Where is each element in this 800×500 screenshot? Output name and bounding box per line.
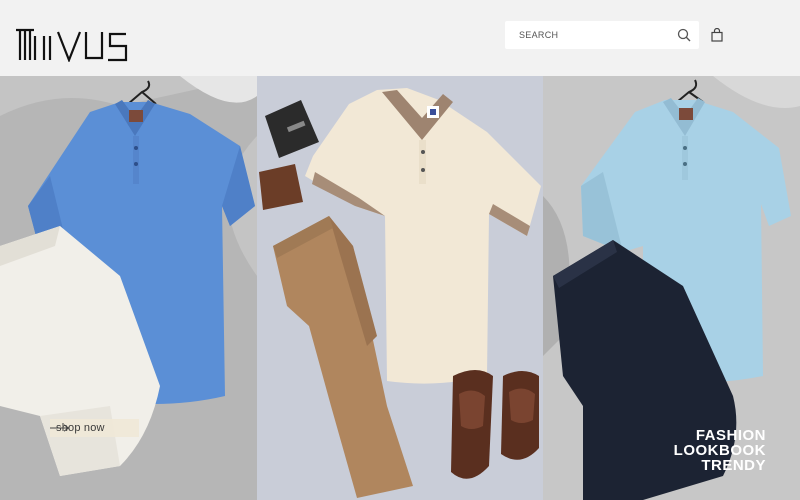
shop-now-button[interactable]: shop now — [50, 419, 139, 437]
headline-line-1: FASHION — [695, 427, 766, 444]
search-input[interactable] — [505, 21, 665, 49]
arrow-right-icon — [50, 424, 70, 432]
cream-polo-outfit-image — [257, 76, 543, 500]
site-header — [0, 0, 800, 76]
lookbook-panel-blue-polo[interactable]: shop now — [0, 76, 257, 500]
headline-line-2: LOOKBOOK — [673, 442, 766, 459]
lookbook-panel-light-blue-polo[interactable]: FASHION LOOKBOOK TRENDY — [543, 76, 800, 500]
brand-logo[interactable] — [14, 28, 130, 62]
lookbook-panel-cream-polo[interactable] — [257, 76, 543, 500]
shopping-bag-icon[interactable] — [710, 28, 724, 42]
lookbook-headline: FASHION LOOKBOOK TRENDY — [674, 428, 766, 473]
search-icon[interactable] — [677, 28, 691, 42]
headline-line-3: TRENDY — [701, 457, 766, 474]
search-bar — [505, 21, 699, 49]
hero-banner: shop now FASHION LOOKBOOK TRENDY — [0, 76, 800, 500]
